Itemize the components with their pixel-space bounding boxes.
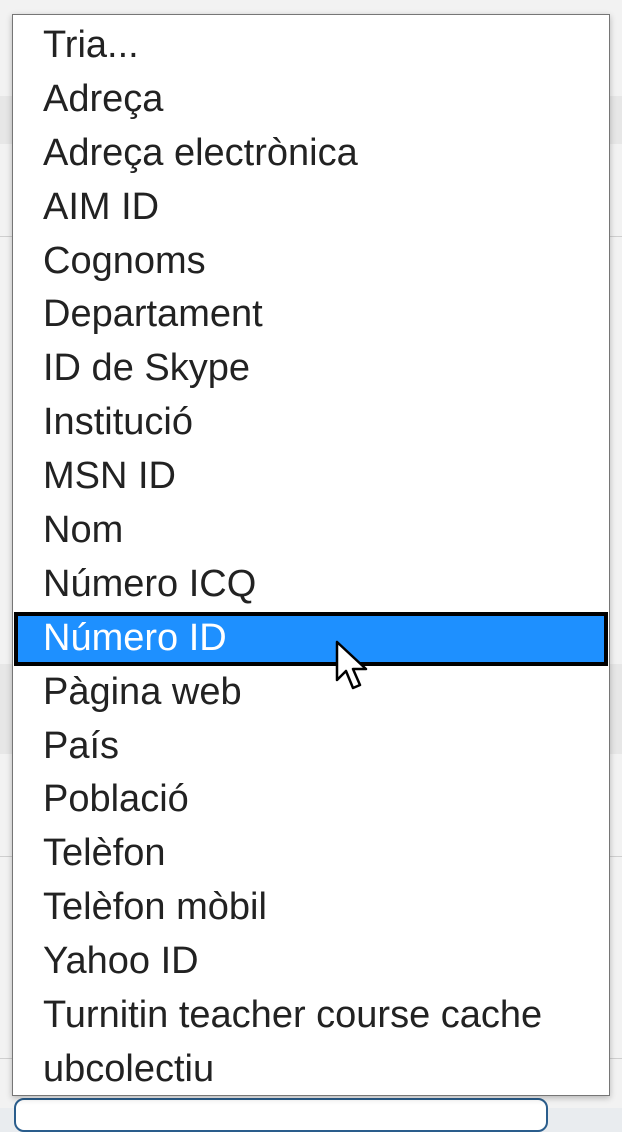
option-tria[interactable]: Tria... bbox=[13, 19, 609, 73]
option-nom[interactable]: Nom bbox=[13, 504, 609, 558]
select-dropdown-list[interactable]: Tria... Adreça Adreça electrònica AIM ID… bbox=[12, 14, 610, 1096]
option-pagina-web[interactable]: Pàgina web bbox=[13, 666, 609, 720]
option-departament[interactable]: Departament bbox=[13, 288, 609, 342]
option-cognoms[interactable]: Cognoms bbox=[13, 235, 609, 289]
option-telefon-mobil[interactable]: Telèfon mòbil bbox=[13, 881, 609, 935]
background-input-field[interactable] bbox=[14, 1098, 548, 1132]
option-adreca-electronica[interactable]: Adreça electrònica bbox=[13, 127, 609, 181]
option-turnitin-teacher-course-cache[interactable]: Turnitin teacher course cache bbox=[13, 989, 609, 1043]
option-adreca[interactable]: Adreça bbox=[13, 73, 609, 127]
option-id-de-skype[interactable]: ID de Skype bbox=[13, 342, 609, 396]
option-yahoo-id[interactable]: Yahoo ID bbox=[13, 935, 609, 989]
option-aim-id[interactable]: AIM ID bbox=[13, 181, 609, 235]
option-poblacio[interactable]: Població bbox=[13, 773, 609, 827]
option-institucio[interactable]: Institució bbox=[13, 396, 609, 450]
option-telefon[interactable]: Telèfon bbox=[13, 827, 609, 881]
option-ubcolectiu[interactable]: ubcolectiu bbox=[13, 1043, 609, 1097]
option-msn-id[interactable]: MSN ID bbox=[13, 450, 609, 504]
option-pais[interactable]: País bbox=[13, 720, 609, 774]
option-numero-icq[interactable]: Número ICQ bbox=[13, 558, 609, 612]
option-numero-id[interactable]: Número ID bbox=[14, 611, 608, 666]
